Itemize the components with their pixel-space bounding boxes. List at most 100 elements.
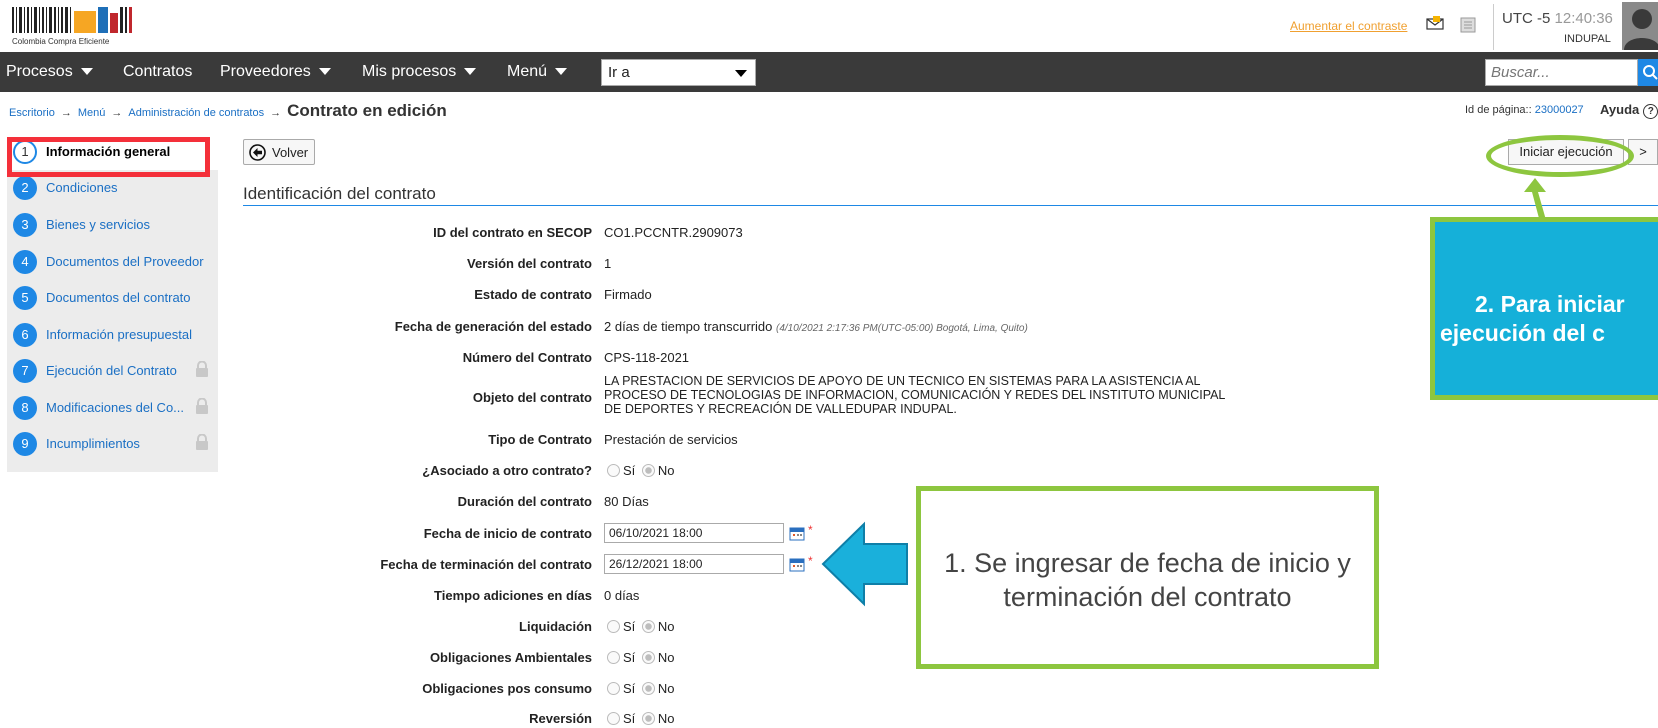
field-associated: ¿Asociado a otro contrato? Sí No (243, 463, 1243, 483)
sidebar-item-modificaciones[interactable]: 8 Modificaciones del Co... (7, 390, 218, 426)
sidebar-item-documentos-proveedor[interactable]: 4 Documentos del Proveedor (7, 244, 218, 280)
radio-group: Sí No (604, 463, 675, 478)
sidebar-item-ejecucion-contrato[interactable]: 7 Ejecución del Contrato (7, 353, 218, 389)
sidebar-item-bienes-servicios[interactable]: 3 Bienes y servicios (7, 207, 218, 243)
state-timestamp: (4/10/2021 2:17:36 PM(UTC-05:00) Bogotá,… (776, 323, 1028, 334)
callout-start-execution: 2. Para iniciar ejecución del c (1430, 217, 1658, 400)
sidebar-item-documentos-contrato[interactable]: 5 Documentos del contrato (7, 280, 218, 316)
field-label: ID del contrato en SECOP (433, 225, 592, 240)
user-avatar[interactable] (1622, 2, 1658, 50)
blue-arrow-left-icon (821, 521, 908, 607)
timezone-box: UTC -5 12:40:36 INDUPAL (1493, 4, 1613, 50)
radio-no[interactable] (641, 464, 655, 477)
breadcrumb-admin-contratos[interactable]: Administración de contratos (128, 107, 264, 119)
help-link[interactable]: Ayuda? (1600, 102, 1658, 119)
field-label: Estado de contrato (474, 287, 592, 302)
user-silhouette-icon (1624, 9, 1658, 50)
lock-icon (196, 398, 208, 414)
step-number: 2 (13, 176, 37, 200)
search-input[interactable] (1485, 59, 1638, 86)
section-title: Identificación del contrato (243, 184, 436, 203)
increase-contrast-link[interactable]: Aumentar el contraste (1290, 19, 1407, 33)
field-label: Fecha de generación del estado (394, 319, 592, 334)
radio-no[interactable] (641, 620, 655, 633)
radio-group: Sí No (604, 650, 675, 665)
page-id: Id de página:: 23000027 (1465, 104, 1584, 116)
goto-select[interactable]: Ir a (601, 59, 756, 86)
field-value: 2 días de tiempo transcurrido (4/10/2021… (604, 319, 1028, 334)
radio-group: Sí No (604, 681, 675, 696)
field-label: Objeto del contrato (472, 390, 592, 405)
field-value: CPS-118-2021 (604, 350, 690, 365)
step-number: 4 (13, 250, 37, 274)
green-arrow-up-icon (1524, 178, 1546, 222)
radio-no[interactable] (641, 682, 655, 695)
arrow-left-circle-icon (249, 144, 266, 161)
field-secop-id: ID del contrato en SECOP CO1.PCCNTR.2909… (243, 225, 1243, 245)
field-label: Fecha de terminación del contrato (380, 557, 592, 572)
organization-name: INDUPAL (1564, 33, 1611, 45)
field-label: Versión del contrato (467, 256, 592, 271)
calendar-icon[interactable] (789, 556, 805, 572)
nav-proveedores[interactable]: Proveedores (220, 52, 331, 92)
field-label: Duración del contrato (457, 494, 592, 509)
radio-yes[interactable] (607, 620, 620, 633)
caret-down-icon (318, 68, 331, 76)
sidebar-item-label: Documentos del Proveedor (46, 254, 204, 269)
field-value: Firmado (604, 287, 652, 302)
step-number: 5 (13, 286, 37, 310)
nav-mis-procesos[interactable]: Mis procesos (362, 52, 477, 92)
colombia-compra-logo[interactable]: Colombia Compra Eficiente (12, 7, 138, 47)
field-value: CO1.PCCNTR.2909073 (604, 225, 743, 240)
field-reversion: Reversión Sí No (243, 711, 1243, 728)
field-label: Obligaciones pos consumo (422, 681, 592, 696)
chevron-down-icon (735, 70, 747, 77)
sidebar-item-label: Condiciones (46, 180, 118, 195)
nav-procesos[interactable]: Procesos (6, 52, 93, 92)
sidebar-item-informacion-presupuestal[interactable]: 6 Información presupuestal (7, 317, 218, 353)
lock-icon (196, 434, 208, 450)
radio-yes[interactable] (607, 682, 620, 695)
arrow-right-icon: → (60, 107, 72, 119)
field-label: Fecha de inicio de contrato (423, 526, 592, 541)
utc-offset: UTC -5 (1502, 10, 1551, 27)
field-object: Objeto del contrato LA PRESTACION DE SER… (243, 374, 1243, 424)
help-icon: ? (1643, 104, 1658, 119)
field-value: 80 Días (604, 494, 649, 509)
document-icon[interactable] (1460, 17, 1476, 33)
lock-icon (196, 361, 208, 377)
nav-contratos[interactable]: Contratos (123, 52, 192, 92)
field-label: Número del Contrato (462, 350, 592, 365)
required-mark: * (808, 523, 813, 537)
field-post-consumption: Obligaciones pos consumo Sí No (243, 681, 1243, 701)
breadcrumb-escritorio[interactable]: Escritorio (9, 107, 55, 119)
page-id-value[interactable]: 23000027 (1535, 104, 1584, 116)
caret-down-icon (464, 68, 477, 76)
radio-yes[interactable] (607, 464, 620, 477)
breadcrumb-menu[interactable]: Menú (78, 107, 106, 119)
step-number: 9 (13, 432, 37, 456)
page-title: Contrato en edición (287, 101, 447, 120)
sidebar-item-label: Documentos del contrato (46, 290, 191, 305)
sidebar-item-label: Bienes y servicios (46, 217, 151, 232)
end-date-input[interactable]: 26/12/2021 18:00 (604, 554, 784, 574)
mail-notification-icon[interactable] (1426, 16, 1444, 30)
step-sidebar: 1 Información general 2 Condiciones 3 Bi… (7, 134, 218, 472)
utc-clock: 12:40:36 (1554, 10, 1613, 27)
caret-down-icon (80, 68, 93, 76)
back-button[interactable]: Volver (243, 139, 315, 165)
calendar-icon[interactable] (789, 525, 805, 541)
callout-start-line2: ejecución del c (1440, 320, 1605, 346)
radio-yes[interactable] (607, 712, 620, 725)
radio-no[interactable] (641, 651, 655, 664)
start-date-input[interactable]: 06/10/2021 18:00 (604, 523, 784, 543)
field-value: LA PRESTACION DE SERVICIOS DE APOYO DE U… (604, 374, 1225, 416)
page-id-label: Id de página:: (1465, 104, 1532, 116)
step-number: 3 (13, 213, 37, 237)
radio-yes[interactable] (607, 651, 620, 664)
radio-no[interactable] (641, 712, 655, 725)
sidebar-item-incumplimientos[interactable]: 9 Incumplimientos (7, 426, 218, 462)
search-button[interactable] (1638, 59, 1658, 86)
sidebar-item-label: Modificaciones del Co... (46, 400, 185, 415)
nav-menu[interactable]: Menú (507, 52, 568, 92)
